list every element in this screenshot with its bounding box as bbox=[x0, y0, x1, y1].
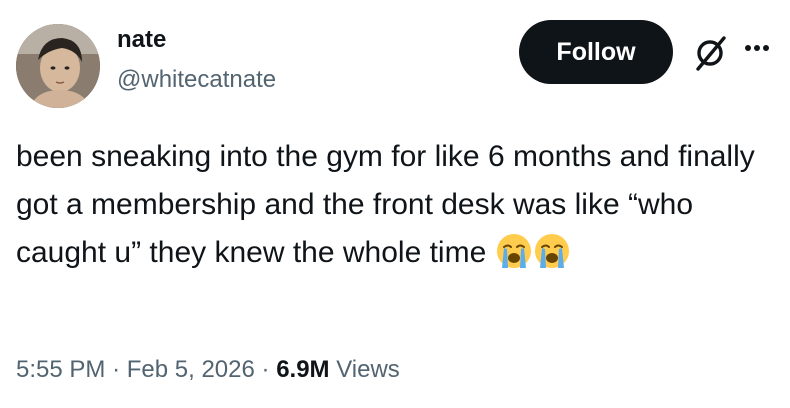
tweet-date[interactable]: Feb 5, 2026 bbox=[127, 356, 255, 383]
tweet-meta: 5:55 PM · Feb 5, 2026 · 6.9M Views bbox=[16, 356, 400, 384]
tweet-text: been sneaking into the gym for like 6 mo… bbox=[16, 133, 778, 277]
follow-button[interactable]: Follow bbox=[519, 20, 673, 84]
more-horizontal-icon[interactable] bbox=[740, 28, 774, 62]
meta-separator: · bbox=[261, 356, 270, 383]
tweet-body: been sneaking into the gym for like 6 mo… bbox=[16, 140, 755, 269]
slashed-circle-icon[interactable] bbox=[692, 33, 732, 73]
loudly-crying-face-icon bbox=[495, 232, 533, 270]
tweet-time[interactable]: 5:55 PM bbox=[16, 356, 105, 383]
display-name[interactable]: nate bbox=[117, 26, 166, 54]
loudly-crying-face-icon bbox=[533, 232, 571, 270]
avatar[interactable] bbox=[16, 24, 100, 108]
views-count[interactable]: 6.9M bbox=[276, 356, 329, 383]
meta-separator: · bbox=[112, 356, 121, 383]
views-label[interactable]: Views bbox=[336, 356, 400, 383]
user-handle[interactable]: @whitecatnate bbox=[117, 66, 276, 94]
